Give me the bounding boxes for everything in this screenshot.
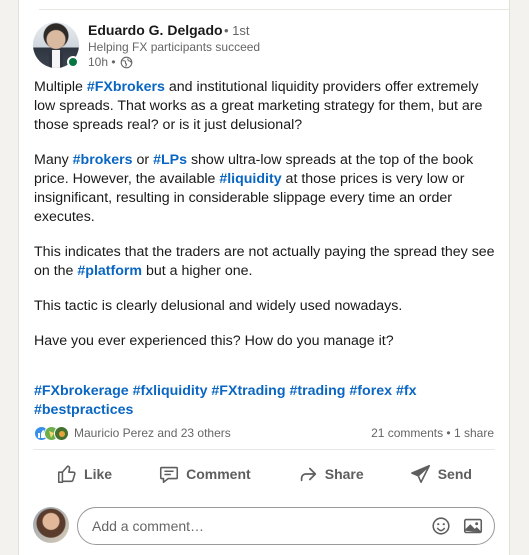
comment-label: Comment [186, 466, 251, 482]
previous-post-sliver [39, 0, 509, 10]
image-icon[interactable] [462, 515, 484, 537]
post-time-row: 10h • [88, 55, 133, 69]
hashtag-link[interactable]: #brokers [73, 152, 133, 168]
hashtag-link[interactable]: #trading [289, 383, 345, 399]
author-headline: Helping FX participants succeed [88, 40, 261, 54]
share-arrow-icon [300, 467, 316, 482]
post-paragraph-4: This tactic is clearly delusional and wi… [34, 298, 403, 314]
emoji-icon[interactable] [430, 515, 452, 537]
comment-input[interactable] [92, 518, 420, 534]
post-paragraph-5: Have you ever experienced this? How do y… [34, 333, 394, 349]
post-text: Many [34, 152, 73, 168]
post-paragraph-2: Many #brokers or #LPs show ultra-low spr… [34, 151, 496, 227]
online-status-icon [67, 56, 79, 68]
send-paper-plane-icon [410, 464, 430, 484]
hashtag-link[interactable]: #platform [77, 263, 142, 279]
thumbs-up-icon [58, 465, 76, 484]
hashtag-link[interactable]: #forex [349, 383, 392, 399]
send-button[interactable]: Send [400, 457, 482, 491]
avatar-shirt [49, 50, 63, 68]
post-header: Eduardo G. Delgado • 1st Helping FX part… [33, 20, 493, 70]
hashtag-link[interactable]: #fx [396, 383, 417, 399]
comment-composer [33, 505, 495, 545]
comment-box[interactable] [77, 507, 495, 545]
like-label: Like [84, 466, 113, 482]
post-actions: Like Comment Share Send [33, 456, 495, 492]
comment-share-counts[interactable]: 21 comments • 1 share [371, 426, 494, 440]
post-text: or [132, 152, 154, 168]
share-label: Share [324, 466, 364, 482]
hashtag-link[interactable]: #FXbrokers [87, 79, 165, 95]
connection-degree: • 1st [224, 23, 250, 38]
globe-icon [120, 56, 132, 68]
hashtag-list: #FXbrokerage #fxliquidity #FXtrading #tr… [34, 382, 496, 420]
hashtag-link[interactable]: #bestpractices [34, 402, 133, 418]
author-name[interactable]: Eduardo G. Delgado [88, 22, 223, 38]
comment-icon [160, 466, 179, 484]
actions-divider [33, 449, 495, 450]
send-label: Send [437, 466, 472, 482]
post-paragraph-3: This indicates that the traders are not … [34, 243, 496, 281]
support-reaction-icon [54, 426, 69, 441]
share-button[interactable]: Share [287, 457, 374, 491]
reaction-icons[interactable] [34, 426, 70, 442]
hashtag-link[interactable]: #liquidity [219, 171, 281, 187]
post-time: 10h • [88, 55, 116, 69]
reactor-names[interactable]: Mauricio Perez and 23 others [74, 426, 231, 440]
hashtag-link[interactable]: #fxliquidity [133, 383, 208, 399]
post-text: Multiple [34, 79, 87, 95]
post-body: Multiple #FXbrokers and institutional li… [34, 78, 496, 367]
post-paragraph-1: Multiple #FXbrokers and institutional li… [34, 78, 496, 135]
social-counts-bar: Mauricio Perez and 23 others 21 comments… [34, 425, 494, 443]
like-button[interactable]: Like [46, 457, 122, 491]
hashtag-link[interactable]: #FXtrading [211, 383, 285, 399]
post-text: but a higher one. [142, 263, 253, 279]
comment-button[interactable]: Comment [148, 457, 261, 491]
post-card: Eduardo G. Delgado • 1st Helping FX part… [18, 0, 510, 555]
current-user-avatar[interactable] [33, 507, 69, 543]
hashtag-link[interactable]: #FXbrokerage [34, 383, 129, 399]
hashtag-link[interactable]: #LPs [153, 152, 187, 168]
